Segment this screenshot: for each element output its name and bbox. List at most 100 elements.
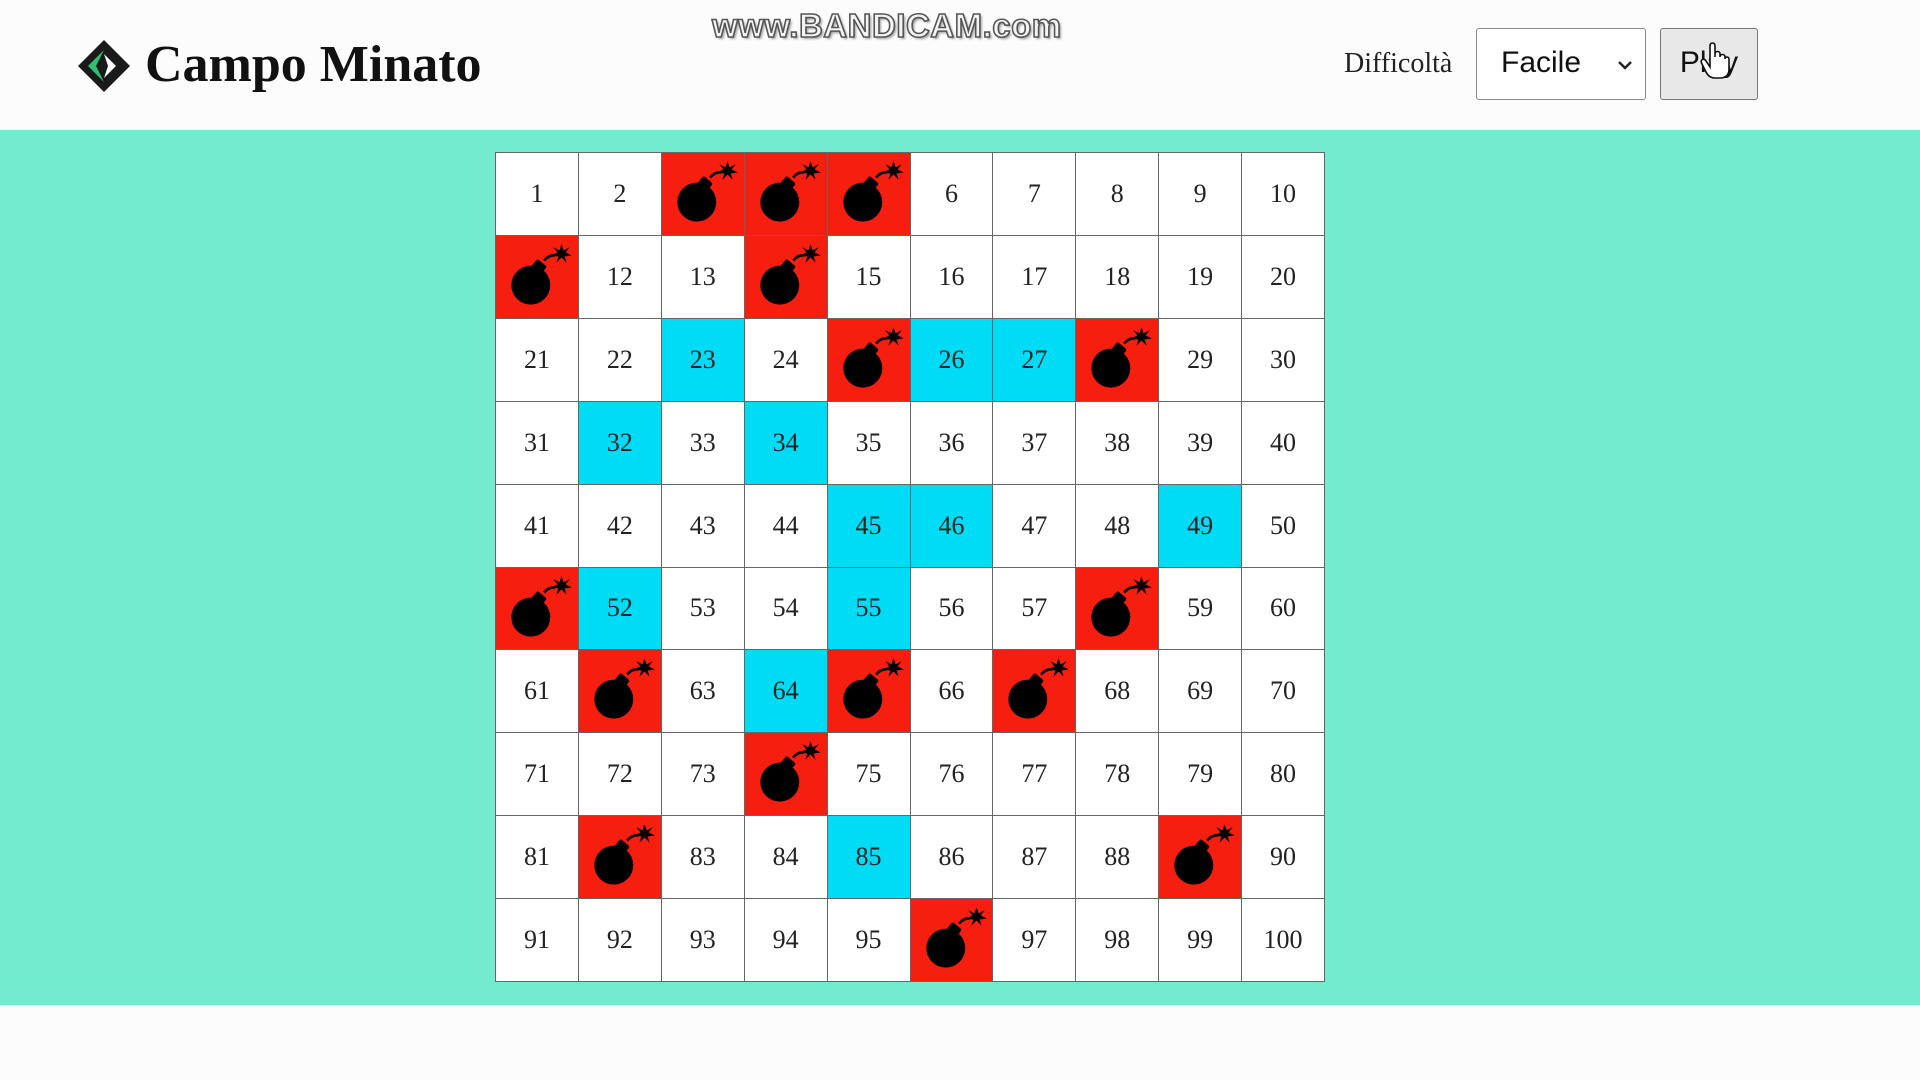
- grid-cell[interactable]: 57: [993, 567, 1077, 651]
- grid-cell[interactable]: 39: [1159, 401, 1243, 485]
- grid-cell[interactable]: 87: [993, 816, 1077, 900]
- grid-cell[interactable]: 23: [661, 318, 745, 402]
- grid-cell[interactable]: 48: [1076, 484, 1160, 568]
- grid-cell[interactable]: 74: [744, 733, 828, 817]
- grid-cell[interactable]: 69: [1159, 650, 1243, 734]
- grid-cell[interactable]: 91: [496, 899, 579, 982]
- grid-cell[interactable]: 15: [827, 235, 911, 319]
- grid-cell[interactable]: 96: [910, 899, 994, 982]
- grid-cell[interactable]: 67: [993, 650, 1077, 734]
- grid-cell[interactable]: 79: [1159, 733, 1243, 817]
- grid-cell[interactable]: 44: [744, 484, 828, 568]
- grid-cell[interactable]: 52: [578, 567, 662, 651]
- grid-cell[interactable]: 12: [578, 235, 662, 319]
- grid-cell[interactable]: 92: [578, 899, 662, 982]
- grid-cell[interactable]: 45: [827, 484, 911, 568]
- grid-cell[interactable]: 42: [578, 484, 662, 568]
- grid-cell[interactable]: 56: [910, 567, 994, 651]
- grid-cell[interactable]: 55: [827, 567, 911, 651]
- grid-cell[interactable]: 71: [496, 733, 579, 817]
- grid-cell[interactable]: 10: [1242, 153, 1325, 236]
- grid-cell[interactable]: 18: [1076, 235, 1160, 319]
- grid-cell[interactable]: 100: [1242, 899, 1325, 982]
- grid-cell[interactable]: 41: [496, 484, 579, 568]
- grid-cell[interactable]: 90: [1242, 816, 1325, 900]
- grid-cell[interactable]: 13: [661, 235, 745, 319]
- grid-cell[interactable]: 28: [1076, 318, 1160, 402]
- grid-cell[interactable]: 58: [1076, 567, 1160, 651]
- grid-cell[interactable]: 31: [496, 401, 579, 485]
- grid-cell[interactable]: 97: [993, 899, 1077, 982]
- grid-cell[interactable]: 25: [827, 318, 911, 402]
- difficulty-select[interactable]: Facile: [1476, 28, 1646, 100]
- grid-cell[interactable]: 40: [1242, 401, 1325, 485]
- grid-cell[interactable]: 8: [1076, 153, 1160, 236]
- grid-cell[interactable]: 68: [1076, 650, 1160, 734]
- grid-cell[interactable]: 6: [910, 153, 994, 236]
- grid-cell[interactable]: 93: [661, 899, 745, 982]
- grid-cell[interactable]: 98: [1076, 899, 1160, 982]
- grid-cell[interactable]: 63: [661, 650, 745, 734]
- grid-cell[interactable]: 70: [1242, 650, 1325, 734]
- grid-cell[interactable]: 38: [1076, 401, 1160, 485]
- grid-cell[interactable]: 51: [496, 567, 579, 651]
- grid-cell[interactable]: 50: [1242, 484, 1325, 568]
- grid-cell[interactable]: 19: [1159, 235, 1243, 319]
- grid-cell[interactable]: 64: [744, 650, 828, 734]
- grid-cell[interactable]: 76: [910, 733, 994, 817]
- grid-cell[interactable]: 3: [661, 153, 745, 236]
- grid-cell[interactable]: 86: [910, 816, 994, 900]
- grid-cell[interactable]: 81: [496, 816, 579, 900]
- grid-cell[interactable]: 61: [496, 650, 579, 734]
- grid-cell[interactable]: 7: [993, 153, 1077, 236]
- grid-cell[interactable]: 46: [910, 484, 994, 568]
- grid-cell[interactable]: 82: [578, 816, 662, 900]
- grid-cell[interactable]: 37: [993, 401, 1077, 485]
- grid-cell[interactable]: 99: [1159, 899, 1243, 982]
- grid-cell[interactable]: 1: [496, 153, 579, 236]
- grid-cell[interactable]: 53: [661, 567, 745, 651]
- grid-cell[interactable]: 75: [827, 733, 911, 817]
- grid-cell[interactable]: 24: [744, 318, 828, 402]
- grid-cell[interactable]: 80: [1242, 733, 1325, 817]
- grid-cell[interactable]: 77: [993, 733, 1077, 817]
- grid-cell[interactable]: 33: [661, 401, 745, 485]
- grid-cell[interactable]: 27: [993, 318, 1077, 402]
- grid-cell[interactable]: 43: [661, 484, 745, 568]
- grid-cell[interactable]: 66: [910, 650, 994, 734]
- grid-cell[interactable]: 94: [744, 899, 828, 982]
- grid-cell[interactable]: 32: [578, 401, 662, 485]
- grid-cell[interactable]: 22: [578, 318, 662, 402]
- grid-cell[interactable]: 62: [578, 650, 662, 734]
- grid-cell[interactable]: 5: [827, 153, 911, 236]
- grid-cell[interactable]: 89: [1159, 816, 1243, 900]
- grid-cell[interactable]: 2: [578, 153, 662, 236]
- grid-cell[interactable]: 11: [496, 235, 579, 319]
- grid-cell[interactable]: 83: [661, 816, 745, 900]
- grid-cell[interactable]: 73: [661, 733, 745, 817]
- grid-cell[interactable]: 17: [993, 235, 1077, 319]
- grid-cell[interactable]: 65: [827, 650, 911, 734]
- grid-cell[interactable]: 30: [1242, 318, 1325, 402]
- grid-cell[interactable]: 78: [1076, 733, 1160, 817]
- grid-cell[interactable]: 95: [827, 899, 911, 982]
- grid-cell[interactable]: 85: [827, 816, 911, 900]
- grid-cell[interactable]: 36: [910, 401, 994, 485]
- grid-cell[interactable]: 49: [1159, 484, 1243, 568]
- grid-cell[interactable]: 4: [744, 153, 828, 236]
- grid-cell[interactable]: 60: [1242, 567, 1325, 651]
- grid-cell[interactable]: 35: [827, 401, 911, 485]
- grid-cell[interactable]: 14: [744, 235, 828, 319]
- grid-cell[interactable]: 34: [744, 401, 828, 485]
- grid-cell[interactable]: 20: [1242, 235, 1325, 319]
- grid-cell[interactable]: 72: [578, 733, 662, 817]
- grid-cell[interactable]: 29: [1159, 318, 1243, 402]
- grid-cell[interactable]: 84: [744, 816, 828, 900]
- grid-cell[interactable]: 59: [1159, 567, 1243, 651]
- grid-cell[interactable]: 9: [1159, 153, 1243, 236]
- grid-cell[interactable]: 21: [496, 318, 579, 402]
- grid-cell[interactable]: 88: [1076, 816, 1160, 900]
- grid-cell[interactable]: 16: [910, 235, 994, 319]
- grid-cell[interactable]: 47: [993, 484, 1077, 568]
- grid-cell[interactable]: 54: [744, 567, 828, 651]
